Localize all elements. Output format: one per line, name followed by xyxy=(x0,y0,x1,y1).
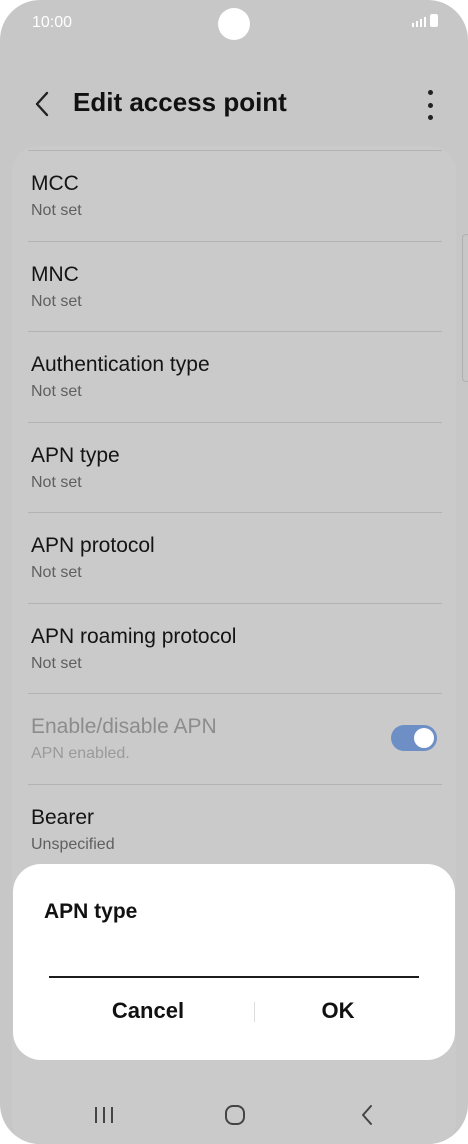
camera-cutout xyxy=(218,8,250,40)
ok-button[interactable]: OK xyxy=(238,990,438,1032)
setting-title: APN roaming protocol xyxy=(31,625,237,648)
setting-value: Not set xyxy=(31,383,82,400)
setting-mnc[interactable]: MNC Not set xyxy=(0,241,468,331)
setting-value: APN enabled. xyxy=(31,745,130,762)
setting-apn-protocol[interactable]: APN protocol Not set xyxy=(0,512,468,602)
setting-title: MCC xyxy=(31,172,79,195)
home-icon[interactable] xyxy=(215,1100,255,1130)
setting-value: Not set xyxy=(31,293,82,310)
divider xyxy=(28,422,442,423)
setting-bearer[interactable]: Bearer Unspecified xyxy=(0,784,468,874)
setting-authentication-type[interactable]: Authentication type Not set xyxy=(0,331,468,421)
setting-title: Bearer xyxy=(31,806,95,829)
phone-screen: 10:00 Edit access point MCC Not set MNC … xyxy=(0,0,468,1144)
divider xyxy=(28,331,442,332)
setting-title: Authentication type xyxy=(31,353,210,376)
divider xyxy=(28,784,442,785)
setting-value: Not set xyxy=(31,202,82,219)
back-arrow-icon[interactable] xyxy=(24,86,60,122)
back-nav-icon[interactable] xyxy=(347,1100,387,1130)
cancel-button[interactable]: Cancel xyxy=(48,990,248,1032)
setting-value: Unspecified xyxy=(31,836,115,853)
setting-value: Not set xyxy=(31,564,82,581)
divider xyxy=(28,693,442,694)
setting-value: Not set xyxy=(31,474,82,491)
apn-enable-toggle[interactable] xyxy=(391,725,437,751)
recent-apps-icon[interactable] xyxy=(84,1100,124,1130)
setting-title: MNC xyxy=(31,263,79,286)
more-options-icon[interactable] xyxy=(422,90,438,120)
setting-mcc[interactable]: MCC Not set xyxy=(0,150,468,240)
dialog-title: APN type xyxy=(44,900,138,923)
status-time: 10:00 xyxy=(32,14,73,31)
setting-title: APN protocol xyxy=(31,534,155,557)
divider xyxy=(28,512,442,513)
setting-title: APN type xyxy=(31,444,120,467)
setting-apn-roaming-protocol[interactable]: APN roaming protocol Not set xyxy=(0,603,468,693)
apn-type-dialog: APN type Cancel OK xyxy=(13,864,455,1060)
status-icons xyxy=(412,14,438,27)
battery-icon xyxy=(430,14,438,27)
setting-value: Not set xyxy=(31,655,82,672)
page-title: Edit access point xyxy=(73,87,287,117)
scroll-indicator[interactable] xyxy=(462,234,468,382)
setting-apn-type[interactable]: APN type Not set xyxy=(0,422,468,512)
apn-type-input[interactable] xyxy=(49,954,419,978)
toggle-knob xyxy=(414,728,434,748)
navigation-bar xyxy=(0,1086,468,1144)
divider xyxy=(28,150,442,151)
setting-enable-disable-apn: Enable/disable APN APN enabled. xyxy=(0,693,468,783)
setting-title: Enable/disable APN xyxy=(31,715,217,738)
divider xyxy=(28,241,442,242)
status-bar: 10:00 xyxy=(0,0,468,48)
app-bar: Edit access point xyxy=(0,70,468,140)
signal-icon xyxy=(412,17,426,27)
divider xyxy=(28,603,442,604)
